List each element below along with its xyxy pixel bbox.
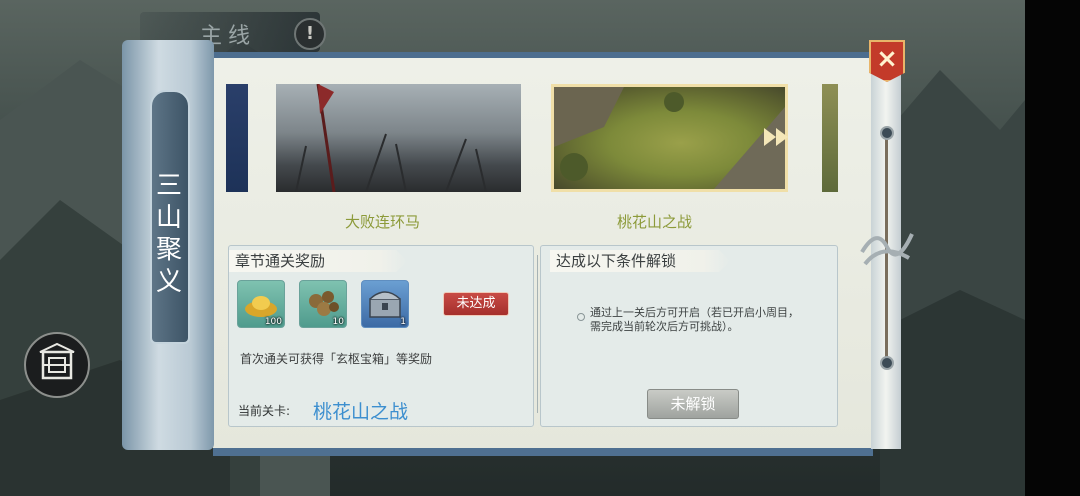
rail-knob-top xyxy=(880,126,894,140)
unlock-heading: 达成以下条件解锁 xyxy=(550,250,730,272)
chapter-title: 三山聚义 xyxy=(155,171,182,297)
item-count: 10 xyxy=(332,317,344,327)
reward-item[interactable]: 10 xyxy=(299,280,347,328)
arrow-right-icon xyxy=(764,128,788,146)
current-stage-value[interactable]: 桃花山之战 xyxy=(313,397,408,424)
warning-icon[interactable]: ! xyxy=(294,18,326,50)
codex-icon xyxy=(39,342,75,380)
stage-edge-right xyxy=(822,84,838,192)
locked-button[interactable]: 未解锁 xyxy=(647,389,739,419)
reward-description: 首次通关可获得「玄枢宝箱」等奖励 xyxy=(240,352,433,366)
divider xyxy=(537,255,538,413)
rail-knob-bottom xyxy=(880,356,894,370)
item-count: 1 xyxy=(400,317,406,327)
knot-icon xyxy=(860,233,914,266)
battlefield-image xyxy=(295,83,487,193)
reward-item[interactable]: 1 xyxy=(361,280,409,328)
item-count: 100 xyxy=(264,317,282,327)
stage-card-1[interactable] xyxy=(276,83,521,193)
rewards-heading: 章节通关奖励 xyxy=(229,250,407,272)
unlock-condition: 通过上一关后方可开启（若已开启小周目，需完成当前轮次后方可挑战）。 xyxy=(590,306,799,333)
status-badge: 未达成 xyxy=(443,292,509,316)
peach-mountain-image xyxy=(554,87,785,189)
stage-card-2[interactable] xyxy=(551,84,788,192)
reward-item[interactable]: 100 xyxy=(237,280,285,328)
current-stage-label: 当前关卡: xyxy=(238,404,291,418)
stage-label: 桃花山之战 xyxy=(617,213,693,231)
screen-edge xyxy=(1025,0,1080,496)
bullet-icon xyxy=(577,313,585,321)
stage-edge-left xyxy=(226,84,248,192)
stage-label: 大败连环马 xyxy=(345,213,421,231)
codex-button[interactable] xyxy=(24,332,90,398)
